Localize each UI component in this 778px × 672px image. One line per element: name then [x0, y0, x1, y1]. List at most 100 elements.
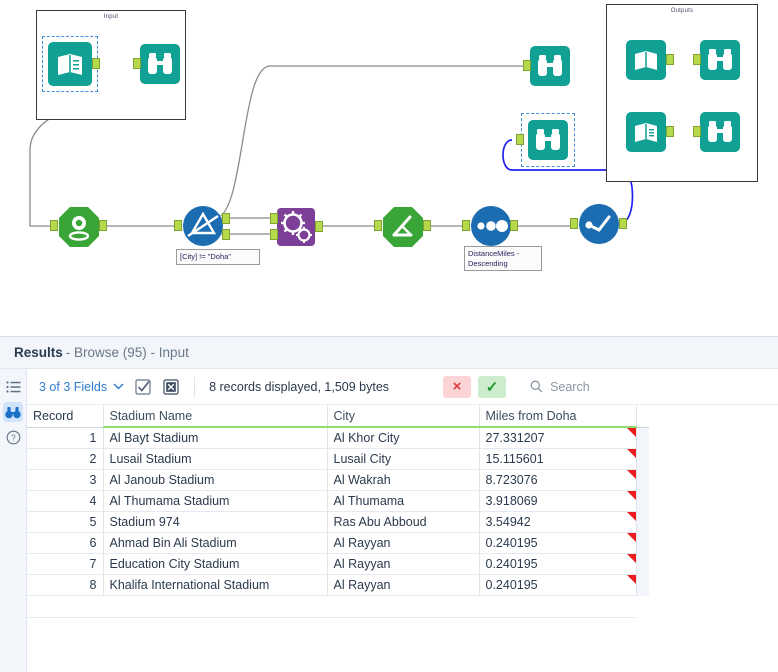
cell-flag-icon — [626, 553, 635, 563]
cell-stadium: Al Bayt Stadium — [103, 427, 328, 449]
input-data-tool[interactable] — [42, 36, 100, 92]
cell-record: 3 — [27, 469, 104, 491]
column-header-stadium-name[interactable]: Stadium Name — [103, 405, 328, 428]
cell-miles: 3.54942 — [479, 511, 637, 533]
output-plug[interactable] — [510, 220, 518, 231]
geocoder-tool[interactable] — [50, 206, 107, 253]
deselect-all-fields-button[interactable] — [161, 377, 180, 396]
search-icon — [530, 380, 543, 393]
output-plug[interactable] — [666, 126, 674, 137]
search-box[interactable]: Search — [530, 380, 590, 394]
list-view-icon[interactable] — [3, 377, 23, 397]
input-plug-bottom[interactable] — [270, 229, 278, 240]
cell-record: 4 — [27, 490, 104, 512]
toolbar-divider — [194, 376, 196, 397]
input-plug[interactable] — [693, 126, 701, 137]
results-source-label: - Browse (95) - Input — [65, 345, 189, 360]
browse-tool-selected[interactable] — [516, 113, 575, 167]
output-plug[interactable] — [666, 54, 674, 65]
binoculars-icon — [700, 40, 740, 80]
search-input[interactable]: Search — [550, 380, 590, 394]
cell-record: 8 — [27, 574, 104, 596]
book-icon — [626, 40, 666, 80]
cell-stadium: Education City Stadium — [103, 553, 328, 575]
confirm-button[interactable]: ✓ — [478, 375, 507, 398]
input-plug[interactable] — [462, 220, 470, 231]
output-plug-false[interactable] — [222, 229, 230, 240]
browse-icon[interactable] — [3, 402, 23, 422]
cell-miles: 0.240195 — [479, 532, 637, 554]
output-book-1[interactable] — [626, 40, 674, 85]
output-plug-true[interactable] — [222, 213, 230, 224]
input-plug[interactable] — [174, 220, 182, 231]
output-book-2[interactable] — [626, 112, 674, 157]
results-toolbar: 3 of 3 Fields 8 records displayed, 1,509… — [27, 369, 778, 405]
workflow-canvas[interactable]: Input Outputs [City] != "Doha" DistanceM… — [0, 0, 778, 336]
filter-tool[interactable]: [City] != "Doha" — [174, 205, 260, 265]
sort-tool[interactable]: DistanceMiles - Descending — [462, 205, 542, 271]
cell-filler — [636, 511, 649, 533]
cell-flag-icon — [626, 448, 635, 458]
output-browse-2[interactable] — [693, 112, 740, 157]
table-row[interactable]: 7 Education City Stadium Al Rayyan 0.240… — [27, 553, 649, 575]
table-row[interactable]: 6 Ahmad Bin Ali Stadium Al Rayyan 0.2401… — [27, 532, 649, 554]
cell-flag-icon — [626, 532, 635, 542]
cancel-button[interactable]: × — [443, 375, 472, 398]
cell-flag-icon — [626, 511, 635, 521]
table-row[interactable]: 4 Al Thumama Stadium Al Thumama 3.918069 — [27, 490, 649, 512]
column-header-city[interactable]: City — [327, 405, 480, 428]
cell-miles: 27.331207 — [479, 427, 637, 449]
help-icon[interactable]: ? — [3, 427, 23, 447]
cell-miles: 8.723076 — [479, 469, 637, 491]
input-plug[interactable] — [693, 54, 701, 65]
cell-flag-icon — [626, 428, 635, 437]
binoculars-icon — [700, 112, 740, 152]
three-dots-icon — [471, 206, 511, 246]
filter-annotation: [City] != "Doha" — [176, 249, 260, 265]
cell-city: Al Khor City — [327, 427, 480, 449]
input-plug[interactable] — [374, 220, 382, 231]
input-plug[interactable] — [516, 134, 524, 145]
cell-filler — [636, 532, 649, 554]
records-status: 8 records displayed, 1,509 bytes — [209, 379, 390, 394]
cell-record: 5 — [27, 511, 104, 533]
selection-outline — [42, 36, 98, 92]
input-plug[interactable] — [570, 218, 578, 229]
select-tool[interactable] — [570, 203, 627, 250]
table-row[interactable]: 1 Al Bayt Stadium Al Khor City 27.331207 — [27, 427, 649, 449]
output-plug[interactable] — [92, 58, 100, 69]
input-plug-top[interactable] — [270, 213, 278, 224]
fields-selector[interactable]: 3 of 3 Fields — [39, 380, 124, 394]
table-row[interactable]: 8 Khalifa International Stadium Al Rayya… — [27, 574, 649, 596]
column-header-miles-from-doha[interactable]: Miles from Doha — [479, 405, 637, 428]
results-grid[interactable]: Record Stadium Name City Miles from Doha… — [27, 405, 778, 618]
output-plug[interactable] — [423, 220, 431, 231]
table-row[interactable]: 3 Al Janoub Stadium Al Wakrah 8.723076 — [27, 469, 649, 491]
table-row[interactable]: 2 Lusail Stadium Lusail City 15.115601 — [27, 448, 649, 470]
results-left-rail: ? — [0, 369, 26, 672]
formula-tool[interactable] — [374, 206, 431, 253]
gears-icon — [277, 208, 315, 246]
output-plug[interactable] — [99, 220, 107, 231]
input-plug[interactable] — [50, 220, 58, 231]
column-header-record[interactable]: Record — [27, 405, 104, 428]
cell-city: Al Thumama — [327, 490, 480, 512]
browse-tool-top[interactable] — [523, 46, 570, 91]
cell-city: Al Rayyan — [327, 574, 480, 596]
browse-tool-input[interactable] — [133, 44, 180, 89]
table-row[interactable]: 5 Stadium 974 Ras Abu Abboud 3.54942 — [27, 511, 649, 533]
cell-city: Al Rayyan — [327, 553, 480, 575]
output-plug[interactable] — [315, 221, 323, 232]
svg-text:?: ? — [11, 433, 16, 442]
output-browse-1[interactable] — [693, 40, 740, 85]
input-plug[interactable] — [133, 58, 141, 69]
cell-city: Al Wakrah — [327, 469, 480, 491]
spatial-process-tool[interactable] — [270, 208, 323, 251]
output-plug[interactable] — [619, 218, 627, 229]
input-plug[interactable] — [523, 60, 531, 71]
results-label: Results — [14, 345, 63, 360]
select-all-fields-button[interactable] — [133, 377, 152, 396]
cell-city: Al Rayyan — [327, 532, 480, 554]
cell-stadium: Al Janoub Stadium — [103, 469, 328, 491]
table-header-row: Record Stadium Name City Miles from Doha — [27, 405, 649, 428]
